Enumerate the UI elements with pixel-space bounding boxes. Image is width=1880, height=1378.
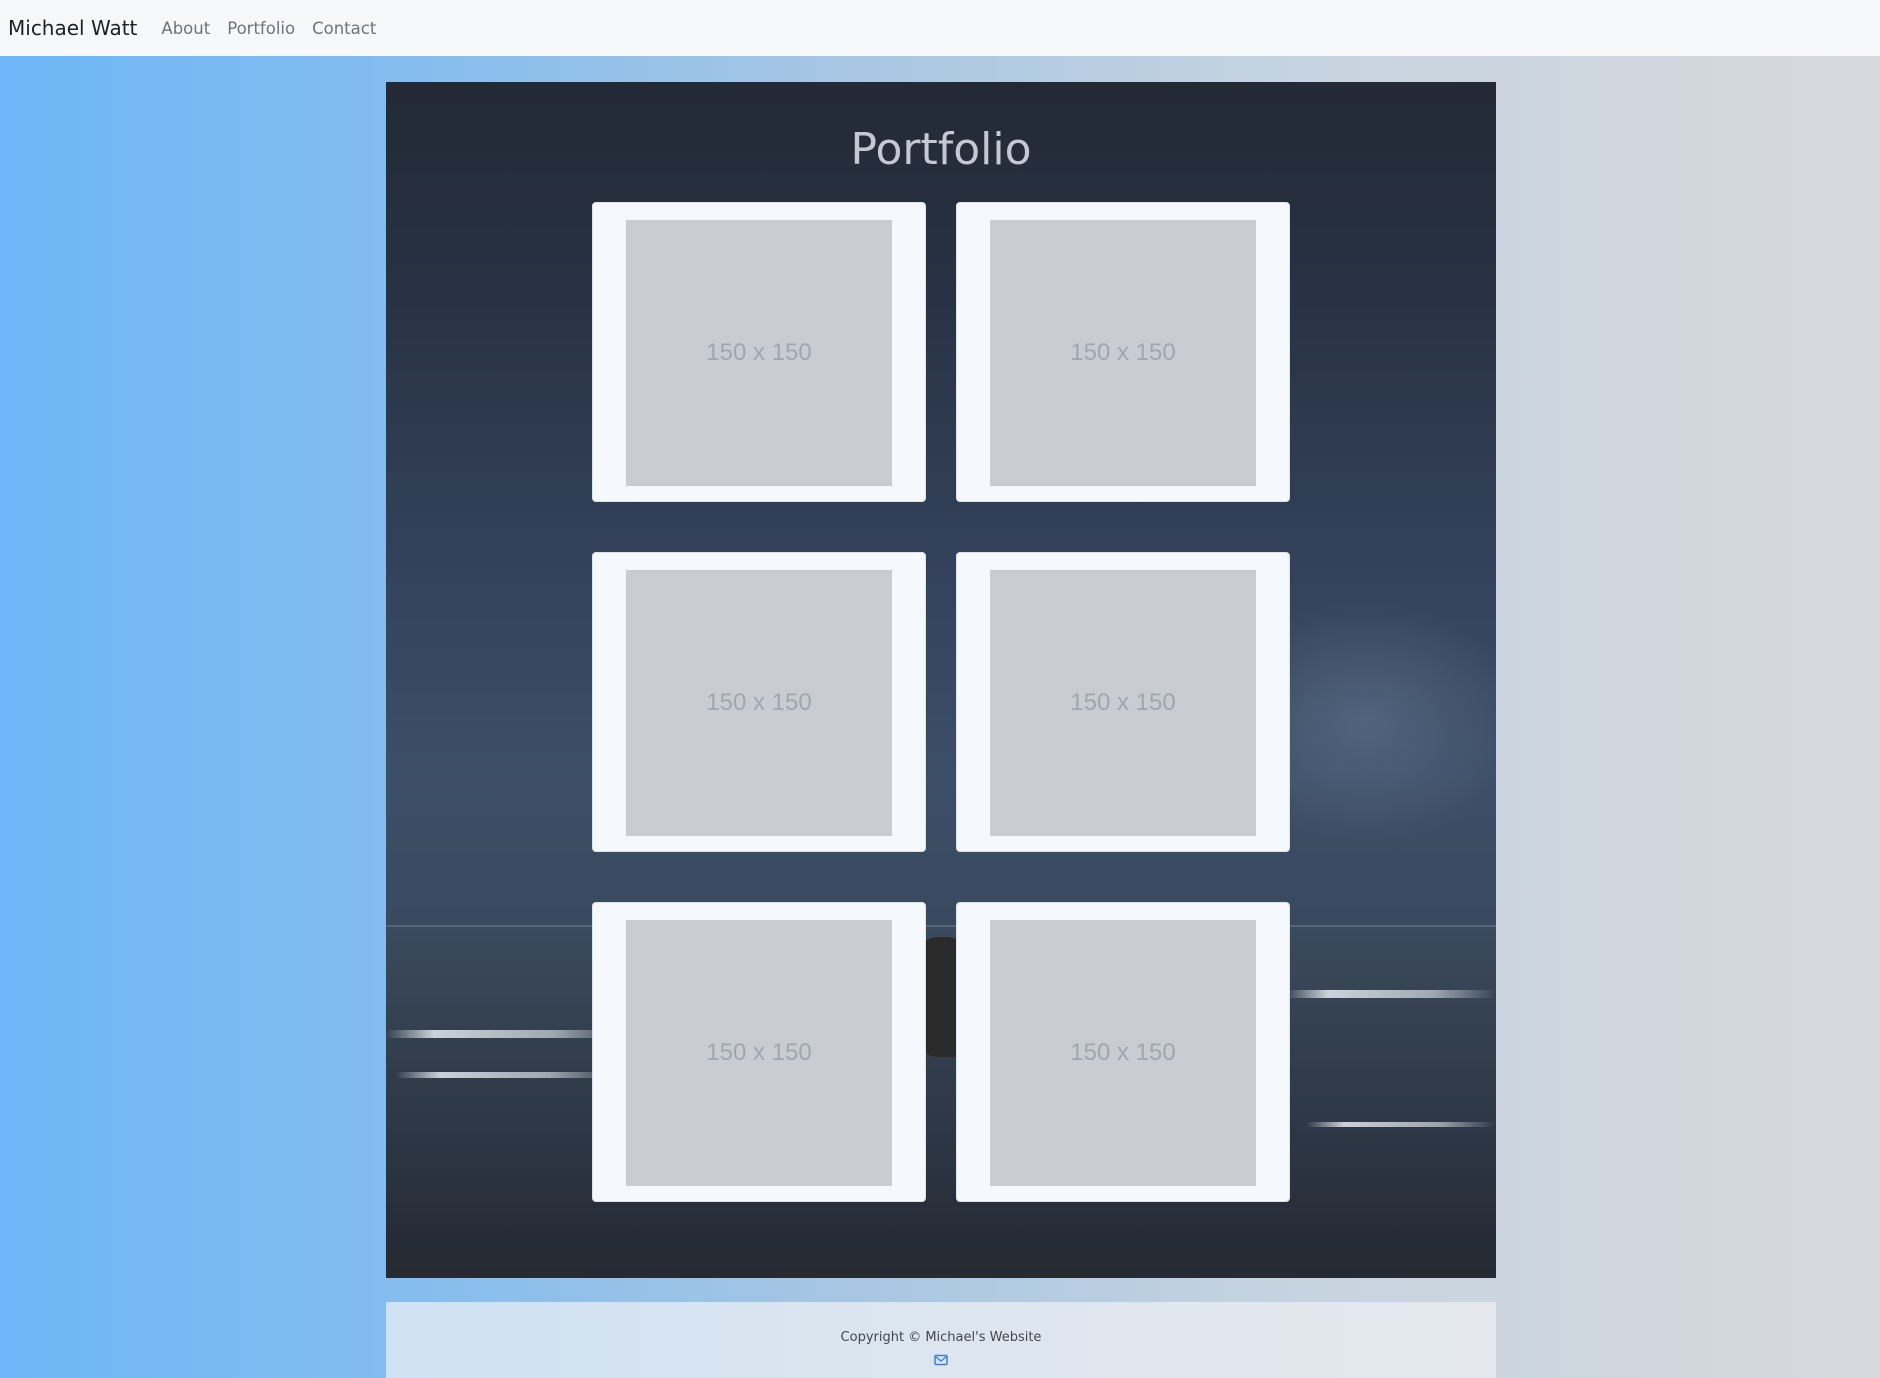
nav-link-portfolio[interactable]: Portfolio <box>227 19 295 38</box>
portfolio-section: Portfolio 150 x 150 150 x 150 150 x 150 … <box>386 82 1496 1278</box>
page-footer: Copyright © Michael's Website <box>386 1302 1496 1378</box>
background-wave <box>396 1072 616 1078</box>
portfolio-card-1[interactable]: 150 x 150 <box>592 202 926 502</box>
background-wave <box>386 1030 626 1038</box>
background-beach <box>386 1192 1496 1278</box>
placeholder-label: 150 x 150 <box>1070 339 1176 366</box>
top-navbar: Michael Watt About Portfolio Contact <box>0 0 1880 56</box>
portfolio-card-4[interactable]: 150 x 150 <box>956 552 1290 852</box>
envelope-icon[interactable] <box>934 1353 948 1367</box>
image-placeholder: 150 x 150 <box>626 920 892 1186</box>
placeholder-label: 150 x 150 <box>1070 1039 1176 1066</box>
portfolio-card-3[interactable]: 150 x 150 <box>592 552 926 852</box>
portfolio-title: Portfolio <box>850 124 1032 175</box>
brand-link[interactable]: Michael Watt <box>8 16 137 40</box>
placeholder-label: 150 x 150 <box>706 339 812 366</box>
image-placeholder: 150 x 150 <box>990 920 1256 1186</box>
background-wave <box>1286 990 1496 998</box>
portfolio-card-6[interactable]: 150 x 150 <box>956 902 1290 1202</box>
placeholder-label: 150 x 150 <box>1070 689 1176 716</box>
placeholder-label: 150 x 150 <box>706 689 812 716</box>
background-wave <box>1306 1122 1496 1127</box>
portfolio-card-5[interactable]: 150 x 150 <box>592 902 926 1202</box>
image-placeholder: 150 x 150 <box>990 570 1256 836</box>
nav-link-contact[interactable]: Contact <box>312 19 376 38</box>
image-placeholder: 150 x 150 <box>626 570 892 836</box>
copyright-text: Copyright © Michael's Website <box>840 1330 1042 1345</box>
portfolio-card-2[interactable]: 150 x 150 <box>956 202 1290 502</box>
placeholder-label: 150 x 150 <box>706 1039 812 1066</box>
image-placeholder: 150 x 150 <box>626 220 892 486</box>
image-placeholder: 150 x 150 <box>990 220 1256 486</box>
nav-link-about[interactable]: About <box>161 19 210 38</box>
